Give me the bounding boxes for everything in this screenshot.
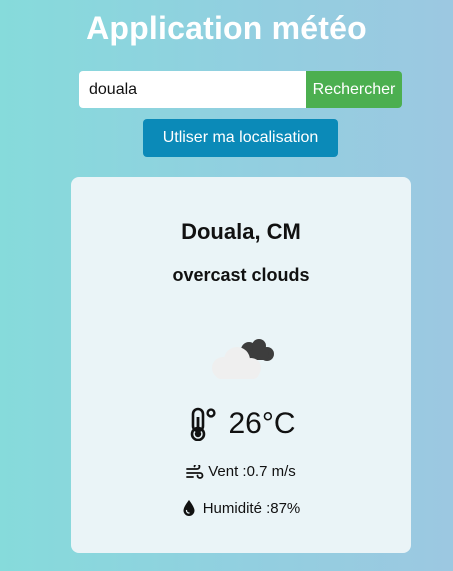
weather-description: overcast clouds (172, 265, 310, 285)
city-search-input[interactable] (79, 71, 306, 108)
wind-row: Vent :0.7 m/s (71, 463, 411, 480)
wind-icon (186, 464, 204, 479)
search-button[interactable]: Rechercher (306, 71, 402, 108)
humidity-value: Humidité :87% (202, 499, 301, 517)
app-title: Application météo (86, 10, 367, 46)
city-name: Douala, CM (181, 219, 301, 244)
temperature-value: 26°C (228, 407, 296, 440)
water-drop-icon (183, 500, 195, 516)
use-location-button[interactable]: Utliser ma localisation (143, 119, 338, 157)
weather-card: Douala, CM overcast clouds 26°C Vent :0.… (71, 177, 411, 553)
wind-speed: Vent :0.7 m/s (208, 463, 296, 480)
search-bar: Rechercher (79, 71, 402, 108)
temperature-row: 26°C (71, 407, 411, 441)
thermometer-icon (191, 407, 217, 441)
overcast-clouds-icon (212, 339, 274, 379)
humidity-row: Humidité :87% (71, 499, 411, 517)
